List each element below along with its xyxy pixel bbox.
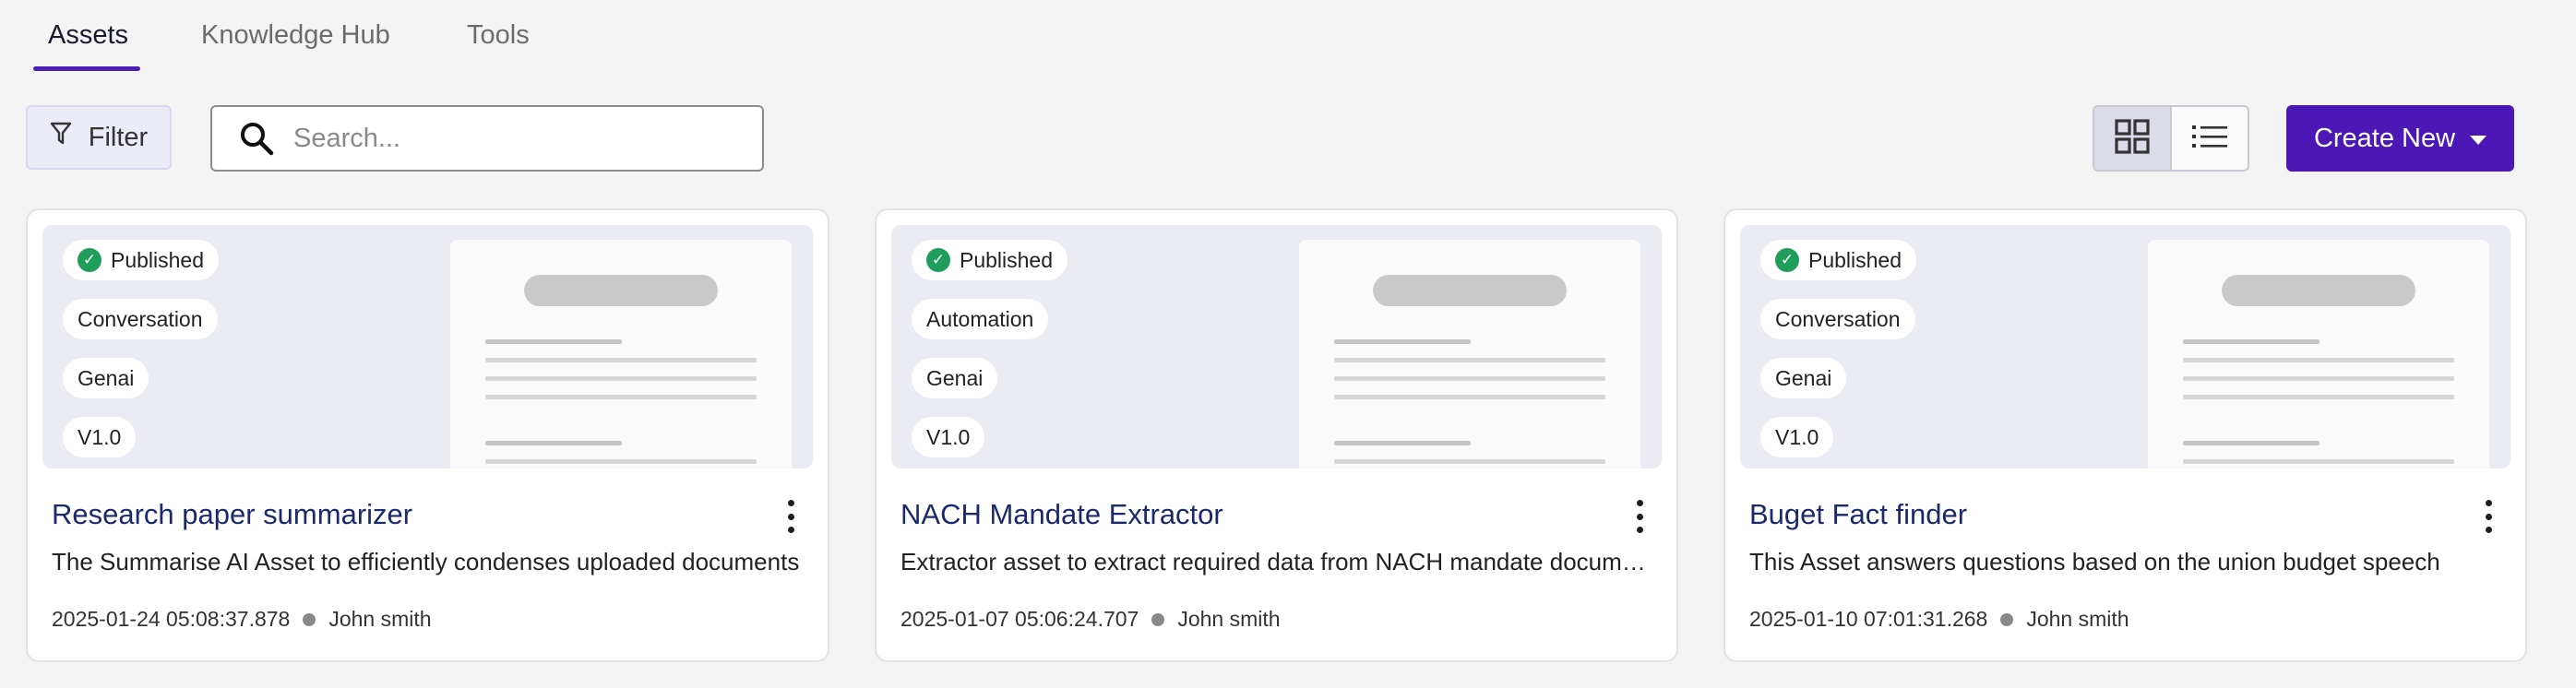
status-label: Published: [1808, 247, 1902, 272]
asset-preview: ✓ Published Conversation Genai V1.0: [1740, 225, 2510, 469]
asset-timestamp: 2025-01-24 05:08:37.878: [52, 607, 291, 631]
asset-preview: ✓ Published Automation Genai V1.0: [891, 225, 1662, 469]
category-tag: Genai: [1760, 358, 1847, 398]
check-circle-icon: ✓: [78, 248, 101, 272]
document-thumbnail: [2148, 240, 2489, 469]
document-thumbnail: [1299, 240, 1640, 469]
tab-bar: Assets Knowledge Hub Tools: [0, 0, 2576, 74]
type-tag: Automation: [912, 299, 1049, 339]
more-options-icon[interactable]: [1630, 500, 1649, 533]
asset-author: John smith: [1177, 607, 1281, 631]
asset-title[interactable]: Research paper summarizer: [52, 498, 412, 531]
version-tag: V1.0: [1760, 417, 1834, 457]
version-tag: V1.0: [63, 417, 137, 457]
document-thumbnail: [450, 240, 792, 469]
asset-card[interactable]: ✓ Published Conversation Genai V1.0 Buge…: [1723, 208, 2527, 662]
grid-view-icon: [2115, 118, 2150, 159]
status-label: Published: [111, 247, 205, 272]
grid-view-button[interactable]: [2094, 107, 2172, 170]
asset-timestamp: 2025-01-10 07:01:31.268: [1749, 607, 1988, 631]
separator-dot: [303, 612, 316, 626]
asset-timestamp: 2025-01-07 05:06:24.707: [900, 607, 1139, 631]
category-tag: Genai: [63, 358, 149, 398]
more-options-icon[interactable]: [2479, 500, 2498, 533]
more-options-icon[interactable]: [781, 500, 800, 533]
asset-author: John smith: [328, 607, 432, 631]
view-toggle: [2093, 105, 2249, 172]
asset-meta: 2025-01-10 07:01:31.268 John smith: [1749, 607, 2129, 632]
category-tag: Genai: [912, 358, 998, 398]
check-circle-icon: ✓: [926, 248, 950, 272]
asset-card[interactable]: ✓ Published Automation Genai V1.0 NACH M…: [875, 208, 1678, 662]
search-box: [210, 105, 764, 172]
asset-description: Extractor asset to extract required data…: [900, 548, 1653, 575]
asset-author: John smith: [2026, 607, 2129, 631]
filter-button[interactable]: Filter: [26, 105, 172, 170]
separator-dot: [2000, 612, 2014, 626]
tab-tools[interactable]: Tools: [467, 20, 530, 51]
status-badge: ✓ Published: [63, 240, 220, 280]
asset-title[interactable]: NACH Mandate Extractor: [900, 498, 1223, 531]
filter-icon: [50, 122, 72, 153]
create-new-label: Create New: [2313, 123, 2456, 153]
filter-label: Filter: [88, 122, 149, 152]
chevron-down-icon: [2470, 135, 2487, 145]
asset-meta: 2025-01-07 05:06:24.707 John smith: [900, 607, 1281, 632]
search-icon: [236, 118, 277, 159]
list-view-icon: [2191, 123, 2228, 155]
status-badge: ✓ Published: [912, 240, 1068, 280]
type-tag: Conversation: [1760, 299, 1915, 339]
asset-description: This Asset answers questions based on th…: [1749, 548, 2440, 575]
asset-meta: 2025-01-24 05:08:37.878 John smith: [52, 607, 432, 632]
asset-title[interactable]: Buget Fact finder: [1749, 498, 1967, 531]
asset-preview: ✓ Published Conversation Genai V1.0: [42, 225, 813, 469]
asset-description: The Summarise AI Asset to efficiently co…: [52, 548, 800, 575]
check-circle-icon: ✓: [1775, 248, 1799, 272]
asset-card[interactable]: ✓ Published Conversation Genai V1.0 Rese…: [26, 208, 829, 662]
list-view-button[interactable]: [2172, 107, 2248, 170]
status-label: Published: [960, 247, 1054, 272]
tab-knowledge-hub[interactable]: Knowledge Hub: [201, 20, 390, 51]
active-tab-indicator: [33, 66, 140, 71]
create-new-button[interactable]: Create New: [2286, 105, 2514, 172]
version-tag: V1.0: [912, 417, 985, 457]
separator-dot: [1151, 612, 1165, 626]
type-tag: Conversation: [63, 299, 218, 339]
search-input[interactable]: [292, 122, 738, 155]
tab-assets[interactable]: Assets: [48, 20, 128, 51]
status-badge: ✓ Published: [1760, 240, 1917, 280]
